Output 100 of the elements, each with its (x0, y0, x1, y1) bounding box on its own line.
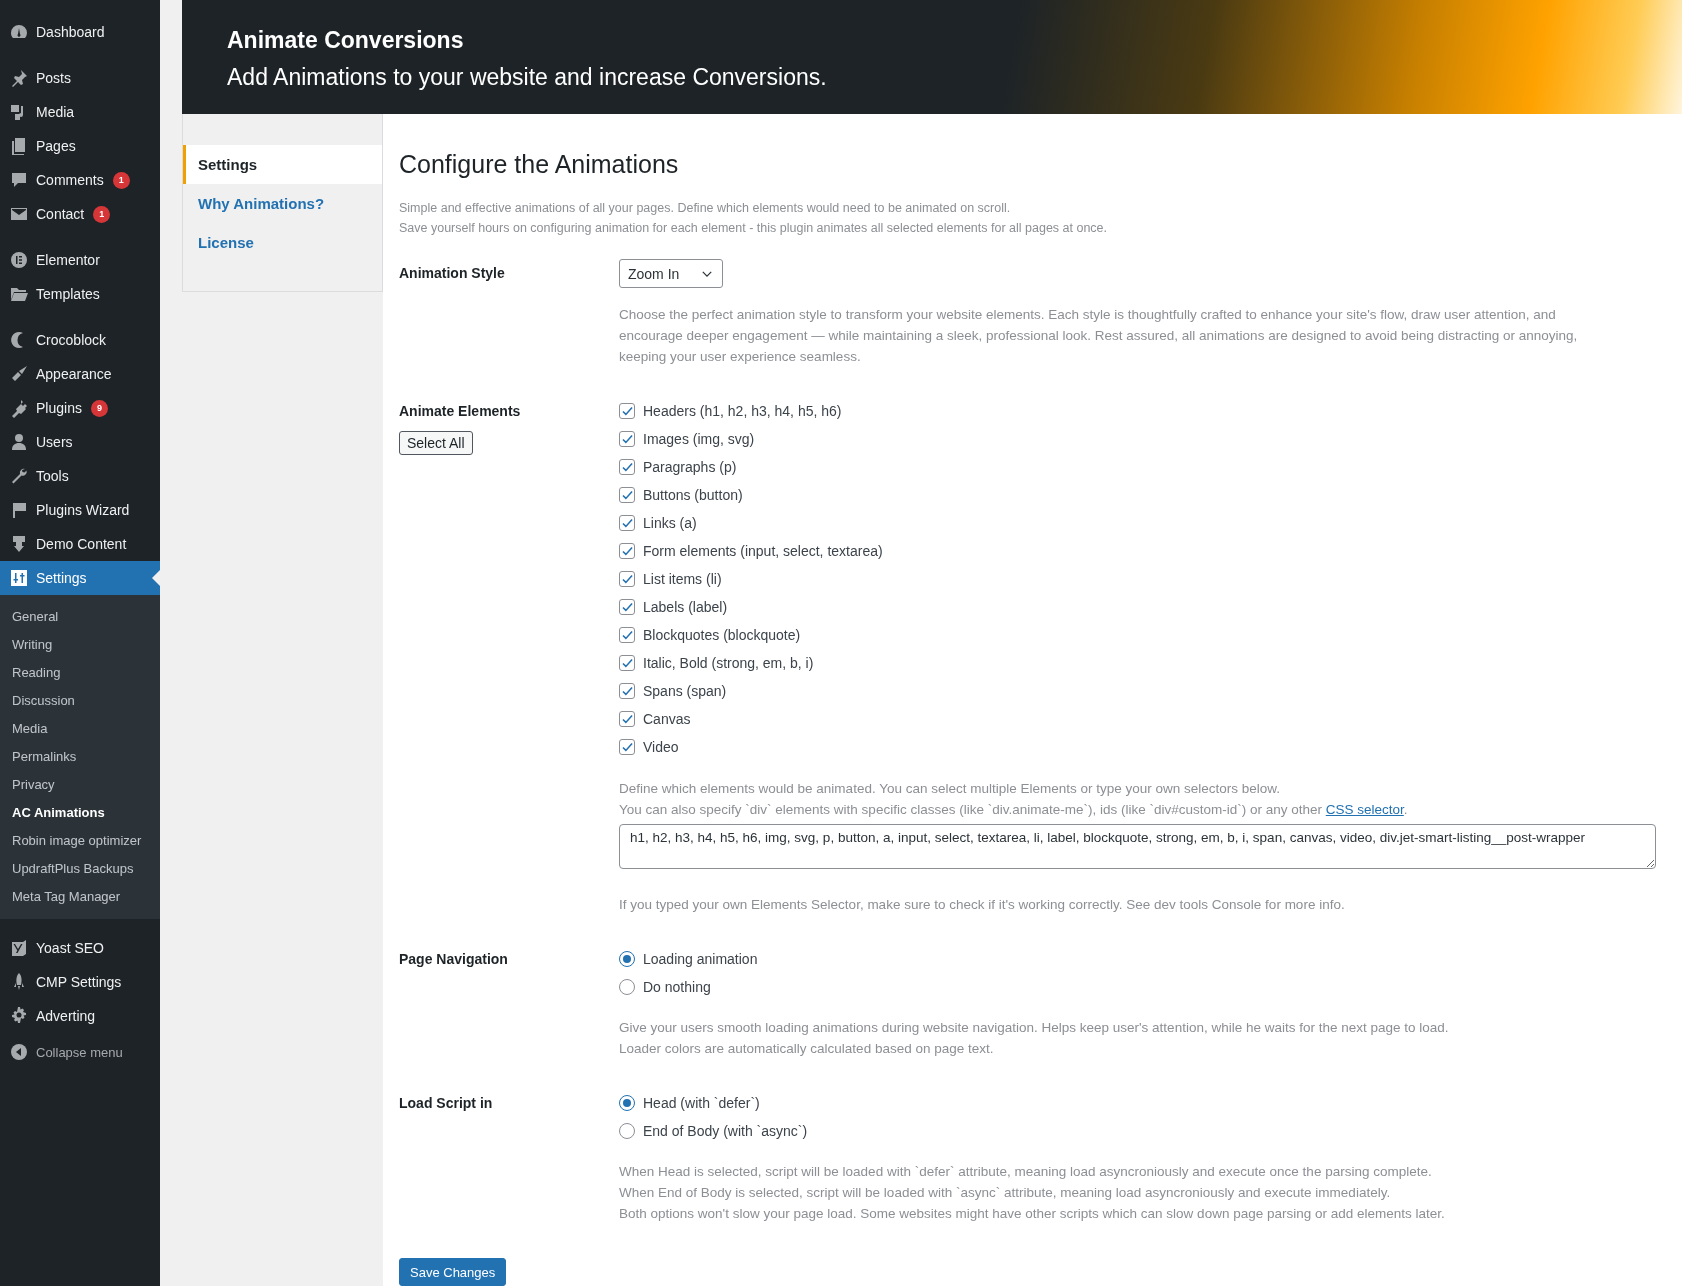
checkbox[interactable] (619, 683, 635, 699)
menu-item[interactable]: Appearance (0, 357, 160, 391)
checkbox-label: Buttons (button) (643, 487, 743, 503)
menu-item[interactable]: Plugins 9 (0, 391, 160, 425)
submenu-item[interactable]: Meta Tag Manager (0, 883, 160, 911)
user-icon (9, 432, 29, 452)
checkbox[interactable] (619, 599, 635, 615)
help-text: Give your users smooth loading animations during website navigation. Helps keep user's attention, while he waits for the next page to load. (619, 1019, 1450, 1037)
menu-item[interactable]: Elementor (0, 243, 160, 277)
submenu-item[interactable]: AC Animations (0, 799, 160, 827)
menu-item[interactable]: Comments 1 (0, 163, 160, 197)
save-changes-button[interactable]: Save Changes (399, 1258, 507, 1286)
select-all-button[interactable]: Select All (399, 431, 473, 455)
tab[interactable]: Why Animations? (183, 184, 382, 223)
checkbox-label: Labels (label) (643, 599, 728, 615)
submenu-item[interactable]: UpdraftPlus Backups (0, 855, 160, 883)
checkbox[interactable] (619, 571, 635, 587)
collapse-icon (9, 1042, 29, 1062)
submenu-item[interactable]: Discussion (0, 687, 160, 715)
count-badge: 1 (112, 171, 130, 189)
menu-item[interactable]: Demo Content (0, 527, 160, 561)
tab[interactable]: Settings (183, 145, 382, 184)
menu-item[interactable]: Pages (0, 129, 160, 163)
checkmark-icon (620, 432, 634, 446)
checkbox-label: Blockquotes (blockquote) (643, 627, 801, 643)
checkbox-label: Images (img, svg) (643, 431, 755, 447)
menu-item[interactable]: Tools (0, 459, 160, 493)
checkbox[interactable] (619, 543, 635, 559)
help-text: When Head is selected, script will be loaded with `defer` attribute, meaning load asyncroniously and execute once the parsing complete. (619, 1163, 1433, 1181)
submenu-item[interactable]: Reading (0, 659, 160, 687)
tab[interactable]: License (183, 223, 382, 262)
help-text: Both options won't slow your page load. Some websites might have other scripts which can slow down page parsing or add elements later. (619, 1205, 1446, 1223)
count-badge: 1 (93, 205, 111, 223)
checkbox-label: Italic, Bold (strong, em, b, i) (643, 655, 814, 671)
menu-item[interactable]: Yoast SEO (0, 931, 160, 965)
checkmark-icon (620, 684, 634, 698)
checkbox[interactable] (619, 487, 635, 503)
checkmark-icon (620, 404, 634, 418)
selectors-field[interactable]: h1, h2, h3, h4, h5, h6, img, svg, p, button, a, input, select, textarea, li, label, blockquote, strong, em, b, i, span, canvas, video, div.jet-smart-listing__post-wrapper (619, 824, 1656, 869)
menu-item[interactable]: Users (0, 425, 160, 459)
menu-item[interactable]: Crocoblock (0, 323, 160, 357)
menu-item[interactable]: Posts (0, 61, 160, 95)
css-selector-link[interactable]: CSS selector (1325, 802, 1404, 817)
field-label: Load Script in (399, 1094, 494, 1113)
circle-e-icon (9, 250, 29, 270)
checkmark-icon (620, 628, 634, 642)
menu-item[interactable]: Plugins Wizard (0, 493, 160, 527)
checkbox-label: Canvas (643, 711, 691, 727)
submenu-item[interactable]: Robin image optimizer (0, 827, 160, 855)
field-label: Animate Elements (399, 402, 522, 421)
checkbox[interactable] (619, 711, 635, 727)
checkbox[interactable] (619, 459, 635, 475)
help-text: You can also specify `div` elements with specific classes (like `div.animate-me`), ids (like `div#custom-id`) or any other CSS selector. (619, 801, 1409, 819)
description-text: Simple and effective animations of all your pages. Define which elements would need to be animated on scroll. (399, 200, 1012, 217)
checkbox-label: Spans (span) (643, 683, 727, 699)
checkmark-icon (620, 488, 634, 502)
submenu-item[interactable]: Writing (0, 631, 160, 659)
checkmark-icon (620, 460, 634, 474)
submenu-item[interactable]: General (0, 603, 160, 631)
checkbox[interactable] (619, 403, 635, 419)
checkmark-icon (620, 572, 634, 586)
sliders-icon (9, 568, 29, 588)
menu-item[interactable]: Adverting (0, 999, 160, 1033)
radio-label: Loading animation (643, 951, 758, 967)
submenu-item[interactable]: Permalinks (0, 743, 160, 771)
description-text: Save yourself hours on configuring animation for each element - this plugin animates all selected elements for all pages at once. (399, 220, 1109, 237)
help-text: Choose the perfect animation style to transform your website elements. Each style is thoughtfully crafted to enhance your site's flow, draw user attention, and encourage deeper engagement — while maintaining a sleek, professional look. Rest assured, all animations are designed to avoid being distracting or annoying, keeping your user experience seamless. (619, 306, 1579, 366)
menu-item[interactable]: Contact 1 (0, 197, 160, 231)
help-text: Loader colors are automatically calculated based on page text. (619, 1040, 995, 1058)
help-text: Define which elements would be animated. You can select multiple Elements or type your own selectors below. (619, 780, 1282, 798)
checkbox[interactable] (619, 431, 635, 447)
submenu-item[interactable]: Privacy (0, 771, 160, 799)
field-label: Animation Style (399, 264, 506, 283)
shield-y-icon (9, 938, 29, 958)
checkbox[interactable] (619, 627, 635, 643)
collapse-menu-button[interactable]: Collapse menu (0, 1035, 160, 1069)
menu-item[interactable]: Templates (0, 277, 160, 311)
radio-label: Head (with `defer`) (643, 1095, 760, 1111)
checkbox-label: Paragraphs (p) (643, 459, 737, 475)
checkbox[interactable] (619, 739, 635, 755)
animation-style-dropdown[interactable]: Zoom In (619, 259, 723, 288)
help-text: If you typed your own Elements Selector, make sure to check if it's working correctly. See dev tools Console for more info. (619, 896, 1346, 914)
banner-subtitle: Add Animations to your website and increase Conversions. (227, 63, 828, 91)
menu-item[interactable]: CMP Settings (0, 965, 160, 999)
checkbox-label: Links (a) (643, 515, 697, 531)
gear-icon (9, 1006, 29, 1026)
checkbox-label: Form elements (input, select, textarea) (643, 543, 883, 559)
menu-item[interactable]: Dashboard (0, 15, 160, 49)
checkmark-icon (620, 544, 634, 558)
checkmark-icon (620, 740, 634, 754)
menu-item[interactable]: Settings (0, 561, 160, 595)
checkmark-icon (620, 656, 634, 670)
checkbox-label: List items (li) (643, 571, 722, 587)
field-label: Page Navigation (399, 950, 509, 969)
radio-label: End of Body (with `async`) (643, 1123, 808, 1139)
checkbox[interactable] (619, 515, 635, 531)
menu-item[interactable]: Media (0, 95, 160, 129)
submenu-item[interactable]: Media (0, 715, 160, 743)
checkmark-icon (620, 600, 634, 614)
checkbox[interactable] (619, 655, 635, 671)
